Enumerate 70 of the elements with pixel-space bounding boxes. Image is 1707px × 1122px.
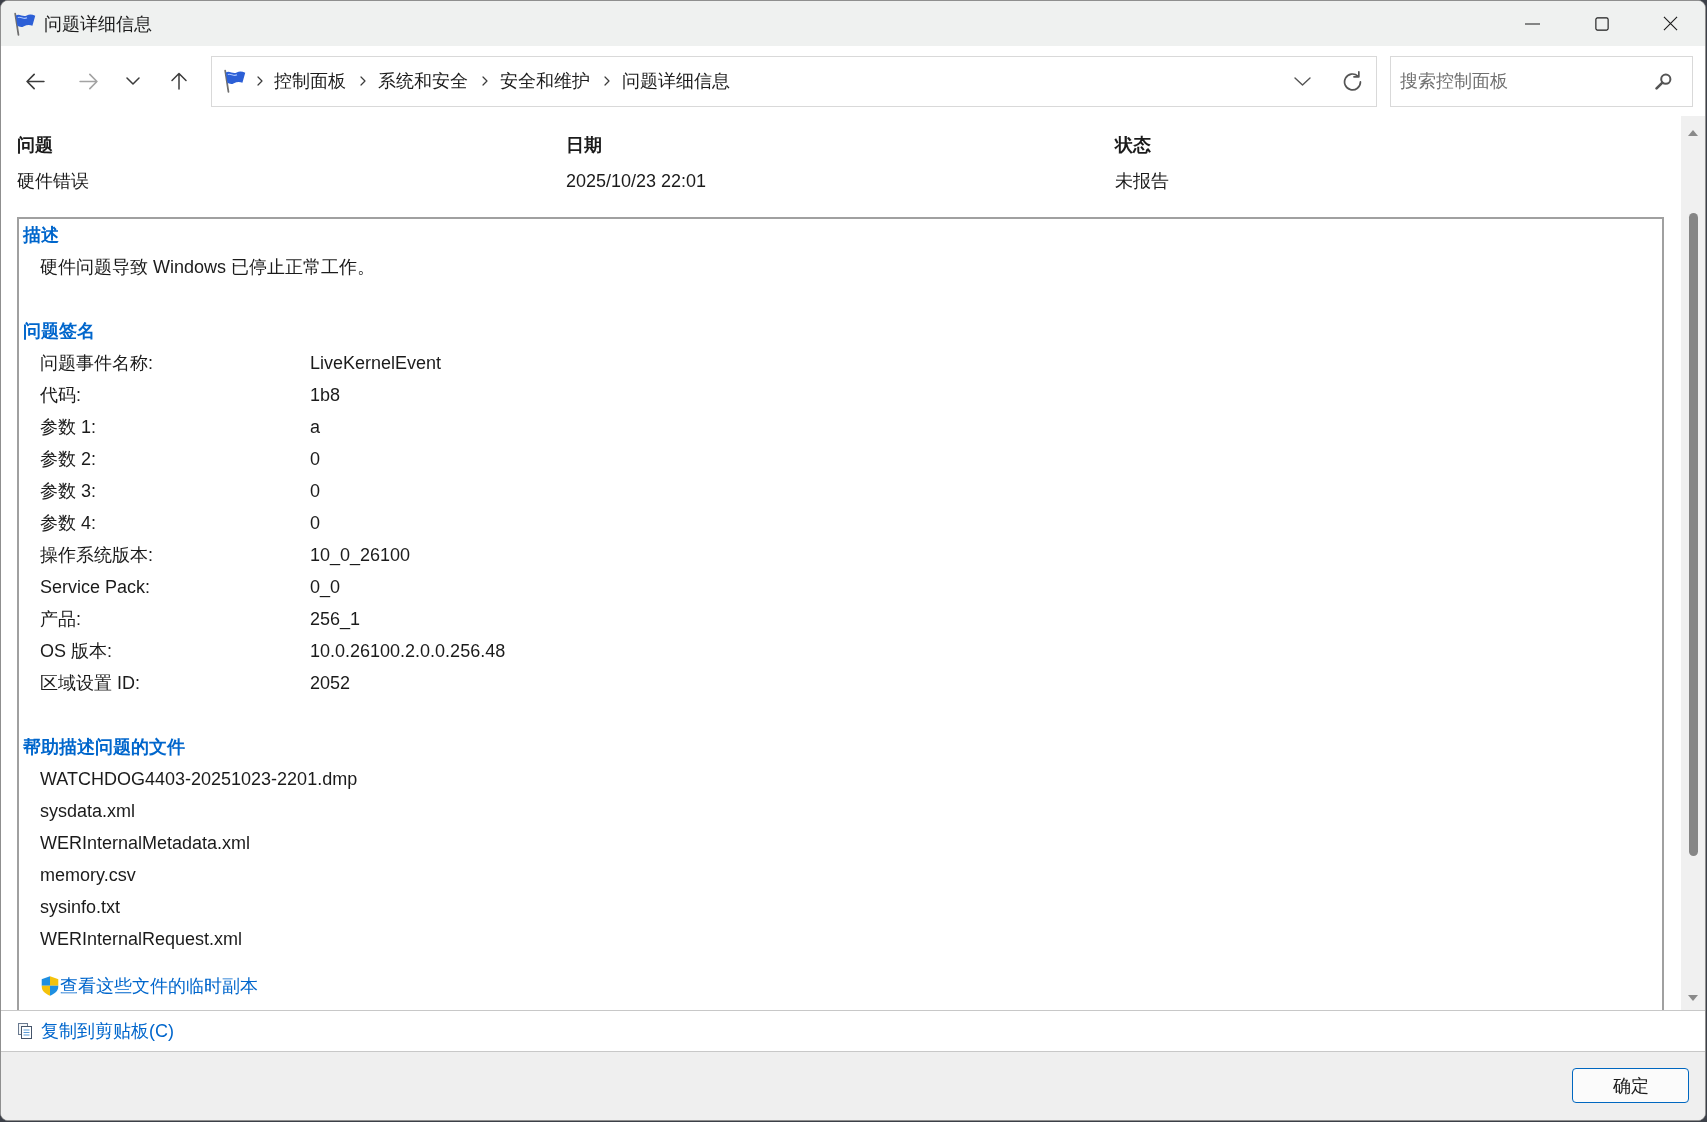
flag-icon — [13, 11, 37, 36]
chevron-right-icon — [360, 76, 366, 86]
field-label: 产品: — [40, 609, 81, 629]
field-label: 参数 4: — [40, 513, 96, 533]
scrollbar[interactable] — [1681, 116, 1705, 1010]
field-label: 问题事件名称: — [40, 353, 153, 373]
description-text: 硬件问题导致 Windows 已停止正常工作。 — [40, 257, 376, 277]
down-triangle-icon — [1688, 995, 1698, 1001]
field-label: Service Pack: — [40, 577, 151, 597]
column-value: 2025/10/23 22:01 — [566, 171, 707, 191]
chevron-down-icon — [126, 77, 140, 85]
maximize-icon — [1594, 16, 1609, 31]
breadcrumb-link[interactable]: 安全和维护 — [500, 69, 590, 93]
temp-copies-link[interactable]: 查看这些文件的临时副本 — [40, 975, 258, 997]
file-name: WERInternalMetadata.xml — [40, 833, 251, 853]
chevron-down-icon — [1293, 76, 1311, 86]
field-value: 0 — [310, 513, 320, 533]
file-name: WERInternalRequest.xml — [40, 929, 243, 949]
file-name: sysinfo.txt — [40, 897, 121, 917]
field-value: LiveKernelEvent — [310, 353, 442, 373]
field-label: 代码: — [40, 385, 81, 405]
file-name: WATCHDOG4403-20251023-2201.dmp — [40, 769, 358, 789]
column-heading: 日期 — [566, 135, 602, 155]
field-value: 0 — [310, 481, 320, 501]
copy-to-clipboard-link[interactable]: 复制到剪贴板(C) — [18, 1019, 174, 1043]
close-icon — [1663, 16, 1678, 31]
column-heading: 问题 — [17, 135, 53, 155]
ok-button[interactable]: 确定 — [1572, 1068, 1689, 1103]
field-value: 10_0_26100 — [310, 545, 411, 565]
field-value: 2052 — [310, 673, 351, 693]
field-value: a — [310, 417, 320, 437]
chevron-right-icon — [257, 76, 263, 86]
field-label: 区域设置 ID: — [40, 673, 140, 693]
column-heading: 状态 — [1115, 135, 1151, 155]
breadcrumb-link[interactable]: 系统和安全 — [378, 69, 468, 93]
section-heading: 问题签名 — [23, 321, 95, 341]
chevron-right-icon — [482, 76, 488, 86]
field-value: 1b8 — [310, 385, 341, 405]
scrollbar-thumb[interactable] — [1688, 213, 1698, 856]
section-heading: 描述 — [23, 225, 59, 245]
column-value: 硬件错误 — [17, 171, 89, 191]
field-label: 参数 2: — [40, 449, 96, 469]
field-label: OS 版本: — [40, 641, 112, 661]
shield-icon — [40, 976, 60, 996]
field-value: 256_1 — [310, 609, 361, 629]
copy-icon — [18, 1023, 32, 1039]
right-arrow-icon — [78, 72, 98, 90]
field-value: 0_0 — [310, 577, 341, 597]
field-value: 10.0.26100.2.0.0.256.48 — [310, 641, 506, 661]
file-name: sysdata.xml — [40, 801, 136, 821]
column-value: 未报告 — [1115, 171, 1169, 191]
up-arrow-icon — [170, 71, 188, 91]
refresh-icon — [1342, 71, 1362, 91]
up-triangle-icon — [1688, 130, 1698, 136]
minimize-icon — [1525, 22, 1540, 25]
search-icon — [1655, 72, 1672, 90]
file-name: memory.csv — [40, 865, 136, 885]
field-label: 参数 1: — [40, 417, 96, 437]
section-heading: 帮助描述问题的文件 — [23, 737, 185, 757]
breadcrumb-link[interactable]: 问题详细信息 — [622, 69, 730, 93]
search-field[interactable]: 搜索控制面板 — [1390, 55, 1693, 107]
breadcrumb-link[interactable]: 控制面板 — [274, 69, 346, 93]
left-arrow-icon — [25, 72, 45, 90]
window-title: 问题详细信息 — [44, 12, 152, 36]
field-label: 参数 3: — [40, 481, 96, 501]
address-bar[interactable]: 控制面板 系统和安全 安全和维护 问题详细信息 — [211, 55, 1377, 107]
flag-icon — [223, 69, 247, 93]
chevron-right-icon — [604, 76, 610, 86]
field-label: 操作系统版本: — [40, 545, 153, 565]
field-value: 0 — [310, 449, 320, 469]
